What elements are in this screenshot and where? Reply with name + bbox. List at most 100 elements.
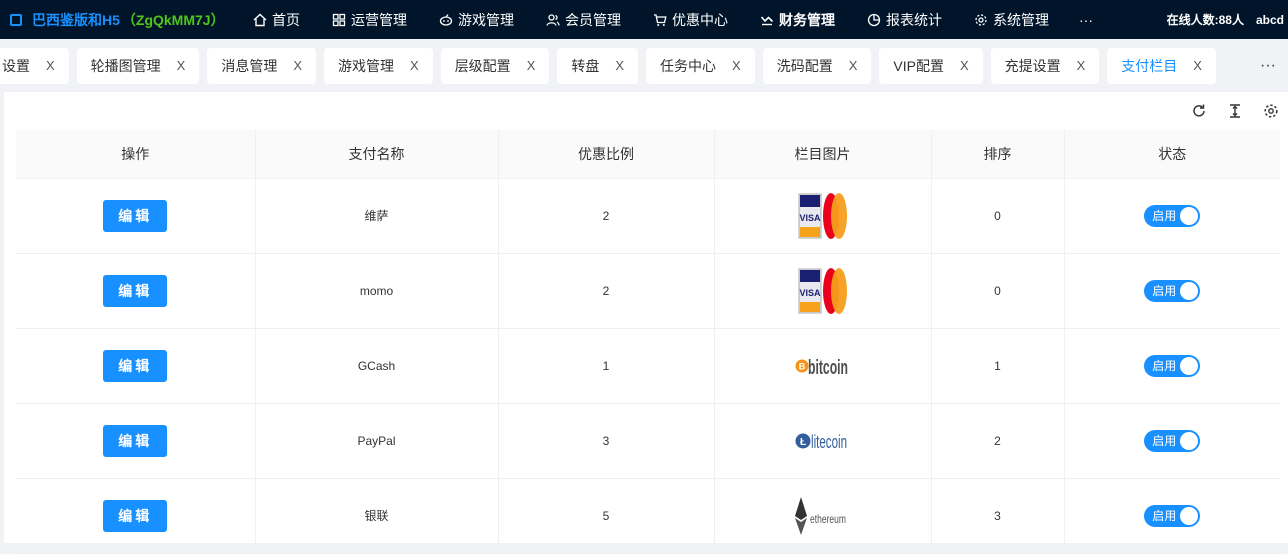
refresh-icon[interactable]	[1190, 102, 1208, 120]
switch-label: 启用	[1152, 509, 1177, 523]
payment-column-table: 操作 支付名称 优惠比例 栏目图片 排序 状态 编辑 维萨 2 VISA 0 启…	[16, 130, 1280, 554]
tab-tasks[interactable]: 任务中心 X	[646, 47, 755, 84]
column-header-discount-ratio: 优惠比例	[498, 130, 715, 179]
close-icon[interactable]: X	[615, 58, 624, 73]
pay-name-cell: GCash	[255, 328, 499, 404]
table-row: 编辑 PayPal 3 Ł litecoin 2 启用	[16, 403, 1280, 479]
switch-label: 启用	[1152, 359, 1177, 373]
discount-ratio-cell: 1	[498, 328, 715, 404]
edit-button[interactable]: 编辑	[103, 499, 168, 532]
status-switch[interactable]: 启用	[1144, 504, 1201, 527]
column-header-sort: 排序	[931, 130, 1065, 179]
column-height-icon[interactable]	[1226, 102, 1244, 120]
action-cell: 编辑	[16, 328, 256, 404]
column-header-pay-name: 支付名称	[255, 130, 499, 179]
brand[interactable]: 巴西鉴版和H5 （ZgQkMM7J）	[0, 0, 237, 39]
switch-knob	[1180, 506, 1199, 525]
nav-label: 优惠中心	[672, 11, 728, 28]
tabs-more-button[interactable]: ···	[1248, 57, 1288, 75]
nav-item-reports[interactable]: 报表统计	[851, 0, 958, 39]
tab-games[interactable]: 游戏管理 X	[324, 47, 433, 84]
close-icon[interactable]: X	[527, 58, 536, 73]
table-row: 编辑 GCash 1 B bitcoin 1 启用	[16, 328, 1280, 404]
edit-button[interactable]: 编辑	[103, 424, 168, 457]
close-icon[interactable]: X	[732, 58, 741, 73]
nav-item-games[interactable]: 游戏管理	[423, 0, 530, 39]
tab-label: 洗码配置	[776, 57, 833, 74]
nav-item-finance[interactable]: 财务管理	[744, 0, 851, 39]
status-cell: 启用	[1064, 178, 1280, 254]
tab-messages[interactable]: 消息管理 X	[207, 47, 317, 84]
nav-label: 游戏管理	[458, 11, 514, 28]
visa-mastercard-logo: VISA	[798, 267, 847, 314]
tab-list: 设置 X 轮播图管理 X 消息管理 X 游戏管理 X 层级配置 X 转盘 X 任务中心 X 洗…	[0, 39, 1248, 92]
action-cell: 编辑	[16, 478, 256, 554]
table-row: 编辑 momo 2 VISA 0 启用	[16, 253, 1280, 329]
sort-cell: 2	[931, 403, 1065, 479]
pay-name-cell: 银联	[255, 478, 499, 554]
close-icon[interactable]: X	[1193, 58, 1202, 73]
grid-icon	[332, 13, 346, 26]
logo-icon	[10, 13, 22, 26]
cart-icon	[654, 13, 667, 26]
nav-item-operations[interactable]: 运营管理	[316, 0, 423, 39]
status-switch[interactable]: 启用	[1144, 354, 1201, 377]
tab-label: VIP配置	[893, 57, 944, 74]
finance-icon	[760, 15, 774, 25]
nav-item-system[interactable]: 系统管理	[958, 0, 1065, 39]
close-icon[interactable]: X	[177, 58, 186, 73]
close-icon[interactable]: X	[960, 58, 969, 73]
tab-vip[interactable]: VIP配置 X	[879, 47, 983, 84]
tab-settings[interactable]: 设置 X	[0, 47, 69, 84]
tab-deposit-withdraw[interactable]: 充提设置 X	[990, 47, 1100, 84]
nav-item-members[interactable]: 会员管理	[530, 0, 637, 39]
nav-label: 首页	[272, 11, 300, 28]
status-switch[interactable]: 启用	[1144, 279, 1201, 302]
visa-mastercard-logo: VISA	[798, 192, 847, 239]
edit-button[interactable]: 编辑	[103, 274, 168, 307]
edit-button[interactable]: 编辑	[103, 199, 168, 232]
nav-item-promotions[interactable]: 优惠中心	[637, 0, 744, 39]
sort-cell: 3	[931, 478, 1065, 554]
switch-knob	[1180, 281, 1199, 300]
status-cell: 启用	[1064, 253, 1280, 329]
edit-button[interactable]: 编辑	[103, 349, 168, 382]
nav-label: 报表统计	[886, 11, 942, 28]
settings-icon[interactable]	[1262, 102, 1280, 120]
sort-cell: 0	[931, 178, 1065, 254]
switch-knob	[1180, 431, 1199, 450]
tab-wheel[interactable]: 转盘 X	[557, 47, 639, 84]
nav-label: 运营管理	[351, 11, 407, 28]
action-cell: 编辑	[16, 178, 256, 254]
nav-item-home[interactable]: 首页	[237, 0, 316, 39]
nav-more-button[interactable]: ···	[1065, 12, 1107, 28]
status-switch[interactable]: 启用	[1144, 204, 1201, 227]
svg-text:Ł: Ł	[799, 437, 805, 448]
svg-text:ethereum: ethereum	[810, 512, 846, 526]
close-icon[interactable]: X	[46, 58, 55, 73]
nav-label: 系统管理	[993, 11, 1049, 28]
close-icon[interactable]: X	[1077, 58, 1086, 73]
tab-levels[interactable]: 层级配置 X	[440, 47, 550, 84]
tab-carousel[interactable]: 轮播图管理 X	[76, 47, 200, 84]
svg-text:litecoin: litecoin	[811, 432, 847, 452]
svg-text:VISA: VISA	[799, 213, 821, 223]
svg-text:VISA: VISA	[799, 288, 821, 298]
litecoin-logo: Ł litecoin	[795, 432, 847, 452]
status-cell: 启用	[1064, 328, 1280, 404]
tab-payment-column[interactable]: 支付栏目 X	[1107, 47, 1216, 84]
tab-label: 充提设置	[1004, 57, 1061, 74]
column-header-status: 状态	[1064, 130, 1280, 179]
table-row: 编辑 银联 5 ethereum 3 启用	[16, 478, 1280, 554]
tab-label: 消息管理	[221, 57, 278, 74]
status-cell: 启用	[1064, 478, 1280, 554]
close-icon[interactable]: X	[410, 58, 419, 73]
close-icon[interactable]: X	[849, 58, 858, 73]
status-cell: 启用	[1064, 403, 1280, 479]
tab-label: 设置	[2, 57, 30, 74]
status-switch[interactable]: 启用	[1144, 429, 1201, 452]
user-name[interactable]: abcd	[1256, 13, 1284, 27]
tab-rebate[interactable]: 洗码配置 X	[762, 47, 872, 84]
close-icon[interactable]: X	[293, 58, 302, 73]
pie-icon	[867, 13, 881, 26]
